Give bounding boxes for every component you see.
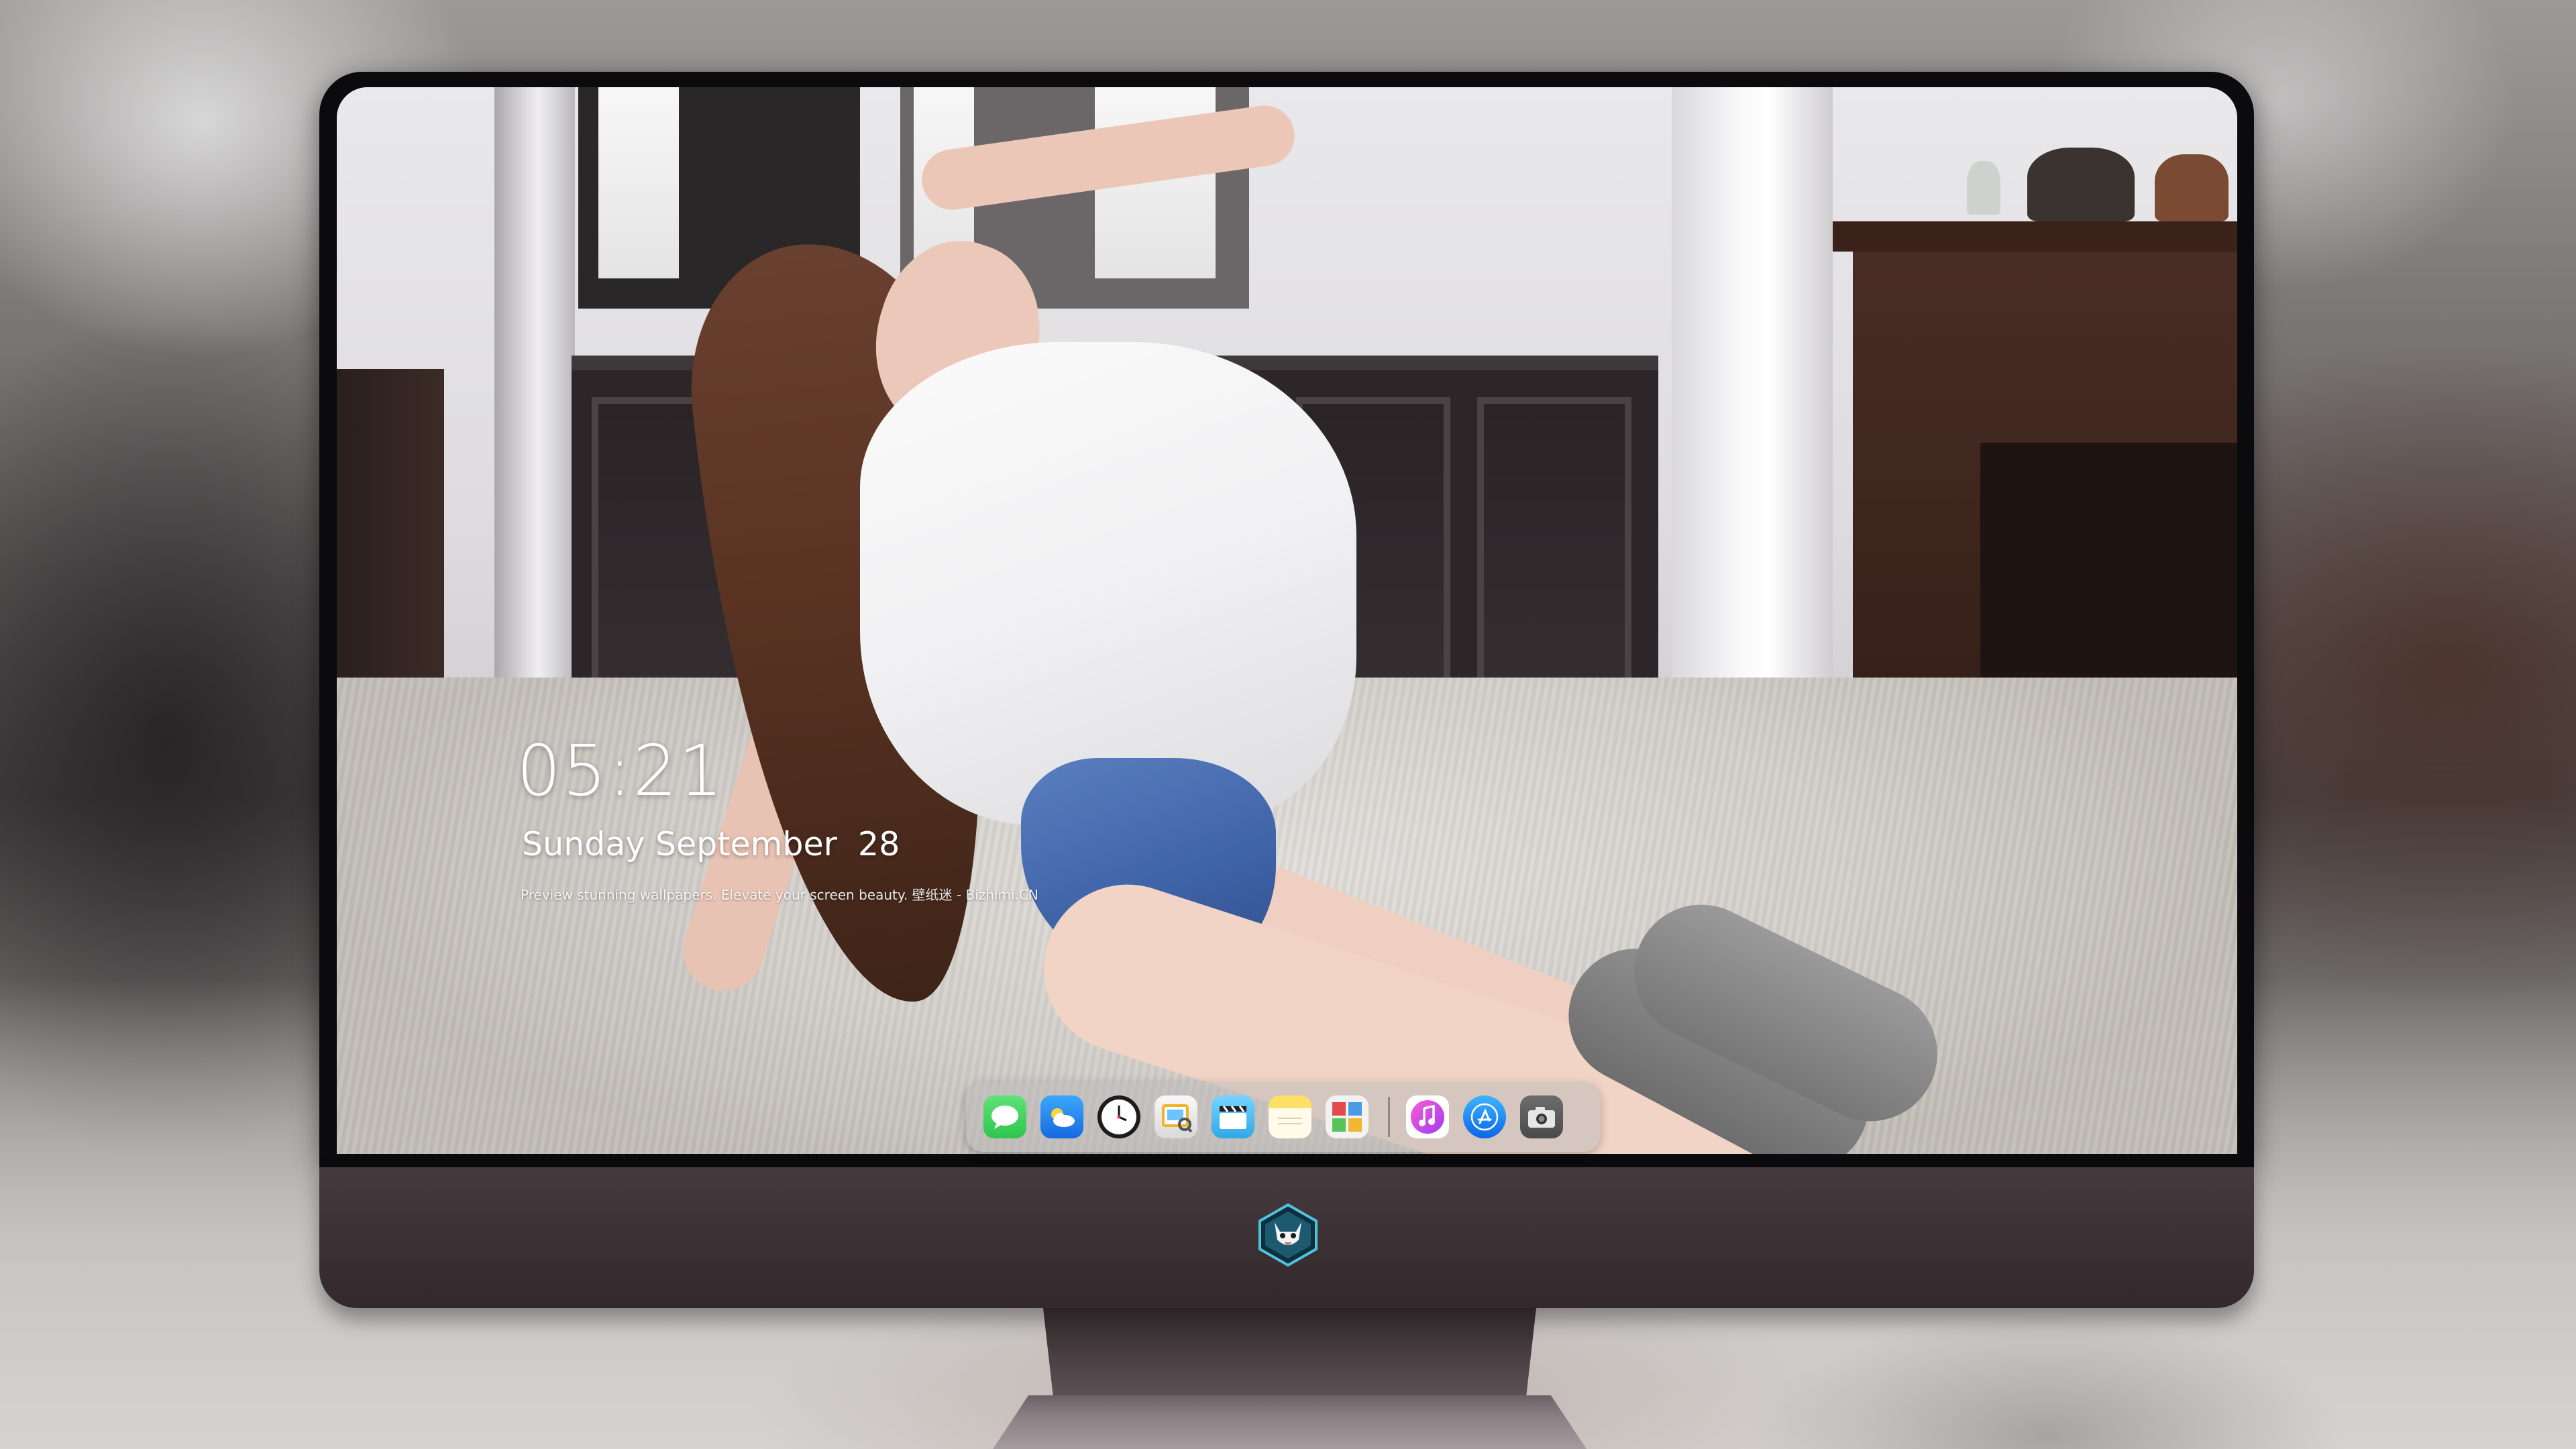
app-dock: [966, 1082, 1601, 1152]
wallpaper-figurine: [2027, 148, 2135, 221]
wallpaper-figurine: [1967, 161, 2000, 215]
lock-screen-tagline: Preview stunning wallpapers. Elevate you…: [521, 887, 1038, 903]
preview-icon[interactable]: [1155, 1095, 1197, 1138]
messages-icon[interactable]: [983, 1095, 1026, 1138]
photo-booth-icon[interactable]: [1326, 1095, 1368, 1138]
blurred-sock: [1744, 1315, 2348, 1449]
itunes-icon[interactable]: [1406, 1095, 1449, 1138]
notes-icon[interactable]: [1269, 1095, 1311, 1138]
wallpaper-column-right: [1672, 87, 1833, 758]
app-store-icon[interactable]: [1463, 1095, 1506, 1138]
lock-screen-time: 05:21: [517, 730, 724, 812]
monitor-stand-base: [993, 1395, 1587, 1449]
wallpaper-person-shirt: [860, 342, 1356, 825]
clock-icon[interactable]: [1097, 1095, 1140, 1138]
weather-icon[interactable]: [1040, 1095, 1083, 1138]
cat-mascot-logo-icon: [1256, 1202, 1320, 1267]
monitor-screen: [337, 87, 2237, 1154]
monitor-stand-neck: [1043, 1308, 1536, 1395]
wallpaper-figurine: [2155, 154, 2229, 221]
clips-icon[interactable]: [1212, 1095, 1254, 1138]
lock-screen-date: Sunday September 28: [522, 825, 900, 863]
wallpaper-column-left: [494, 87, 575, 771]
dock-divider: [1388, 1097, 1390, 1137]
camera-icon[interactable]: [1520, 1095, 1563, 1138]
